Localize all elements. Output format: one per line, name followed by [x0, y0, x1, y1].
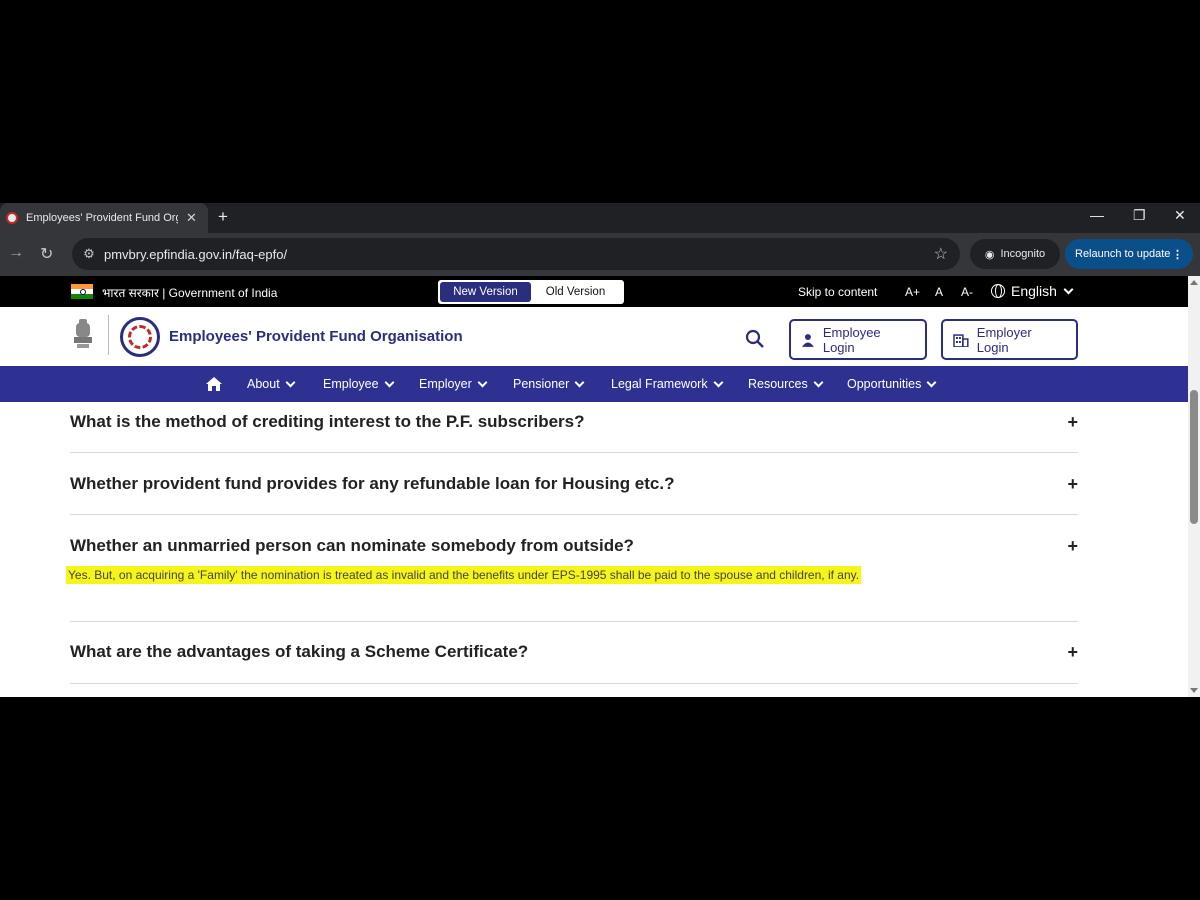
header-divider [108, 315, 109, 355]
org-name[interactable]: Employees' Provident Fund Organisation [169, 328, 463, 345]
relaunch-button[interactable]: Relaunch to update ⋮ [1065, 239, 1193, 269]
address-bar[interactable]: ⚙ pmvbry.epfindia.gov.in/faq-epfo/ ☆ [72, 238, 960, 270]
employer-login-label: Employer Login [976, 324, 1032, 355]
india-flag-icon [71, 284, 93, 299]
faq-item-expanded[interactable]: Whether an unmarried person can nominate… [66, 536, 1078, 622]
page-scrollbar[interactable] [1188, 276, 1200, 697]
epfo-favicon-icon [6, 212, 18, 224]
language-label: English [1011, 283, 1057, 299]
scroll-up-arrow[interactable] [1190, 280, 1198, 285]
nav-about[interactable]: About [247, 377, 296, 391]
nav-pensioner[interactable]: Pensioner [513, 377, 585, 391]
close-tab-icon[interactable]: ✕ [186, 210, 197, 226]
skip-to-content-link[interactable]: Skip to content [798, 285, 877, 299]
nav-legal-framework[interactable]: Legal Framework [611, 377, 724, 391]
chevron-down-icon [384, 377, 395, 387]
browser-toolbar: → ↻ ⚙ pmvbry.epfindia.gov.in/faq-epfo/ ☆… [0, 233, 1200, 276]
epfo-logo[interactable] [120, 317, 160, 357]
bookmark-star-icon[interactable]: ☆ [934, 244, 948, 264]
faq-answer: Yes. But, on acquiring a 'Family' the no… [66, 566, 862, 584]
version-switch: New Version Old Version [438, 280, 624, 304]
site-info-icon[interactable]: ⚙ [80, 246, 98, 262]
new-version-button[interactable]: New Version [440, 282, 531, 302]
user-icon [801, 333, 814, 347]
back-arrow-icon[interactable]: → [8, 244, 24, 262]
gov-of-india-text: भारत सरकार | Government of India [102, 286, 278, 300]
faq-divider [70, 683, 1078, 684]
url-text[interactable]: pmvbry.epfindia.gov.in/faq-epfo/ [104, 247, 934, 262]
employer-login-button[interactable]: Employer Login [941, 319, 1078, 360]
chevron-down-icon [813, 377, 824, 387]
chevron-down-icon [574, 377, 585, 387]
browser-window: Employees' Provident Fund Org ✕ + — ❐ ✕ … [0, 203, 1200, 697]
employee-login-label: Employee Login [822, 324, 881, 355]
nav-resources[interactable]: Resources [748, 377, 824, 391]
nav-employee[interactable]: Employee [323, 377, 395, 391]
expand-plus-icon[interactable]: + [1067, 474, 1078, 495]
old-version-button[interactable]: Old Version [531, 286, 620, 298]
tab-title: Employees' Provident Fund Org [26, 212, 178, 224]
chevron-down-icon [713, 377, 724, 387]
close-window-icon[interactable]: ✕ [1174, 207, 1186, 224]
gov-bar: भारत सरकार | Government of India New Ver… [0, 276, 1188, 307]
font-decrease-button[interactable]: A- [961, 285, 973, 299]
main-nav: About Employee Employer Pensioner Legal … [0, 366, 1188, 402]
faq-divider [70, 621, 1078, 622]
nav-employer[interactable]: Employer [419, 377, 488, 391]
faq-item[interactable]: What is the method of crediting interest… [70, 412, 1078, 453]
faq-question[interactable]: Whether provident fund provides for any … [70, 474, 674, 494]
incognito-icon: ◉ [984, 248, 995, 261]
chevron-down-icon [477, 377, 488, 387]
chevron-down-icon [926, 377, 937, 387]
restore-icon[interactable]: ❐ [1133, 207, 1146, 224]
faq-question[interactable]: What are the advantages of taking a Sche… [70, 642, 528, 662]
incognito-indicator[interactable]: ◉ Incognito [970, 239, 1060, 269]
nav-opportunities-label: Opportunities [847, 377, 922, 391]
incognito-label: Incognito [1000, 248, 1046, 260]
globe-icon [991, 284, 1005, 298]
scroll-thumb[interactable] [1190, 390, 1198, 524]
faq-item[interactable]: What are the advantages of taking a Sche… [70, 642, 1078, 686]
new-tab-icon[interactable]: + [218, 207, 228, 227]
more-menu-icon[interactable]: ⋮ [1172, 248, 1183, 261]
nav-about-label: About [247, 377, 280, 391]
chevron-down-icon [1063, 284, 1074, 294]
language-selector[interactable]: English [991, 283, 1074, 299]
search-icon[interactable] [745, 329, 765, 349]
national-emblem-icon [74, 319, 92, 348]
site-header: Employees' Provident Fund Organisation E… [0, 307, 1188, 365]
font-increase-button[interactable]: A+ [905, 285, 920, 299]
relaunch-label: Relaunch to update [1075, 248, 1171, 260]
browser-tab[interactable]: Employees' Provident Fund Org ✕ [0, 203, 208, 233]
font-normal-button[interactable]: A [935, 285, 943, 299]
faq-question[interactable]: What is the method of crediting interest… [70, 412, 584, 432]
tab-strip: Employees' Provident Fund Org ✕ + — ❐ ✕ [0, 203, 1200, 233]
nav-employee-label: Employee [323, 377, 379, 391]
chevron-down-icon [285, 377, 296, 387]
nav-pensioner-label: Pensioner [513, 377, 570, 391]
expand-plus-icon[interactable]: + [1067, 412, 1078, 433]
nav-resources-label: Resources [748, 377, 808, 391]
nav-legal-framework-label: Legal Framework [611, 377, 708, 391]
minimize-icon[interactable]: — [1090, 207, 1104, 223]
faq-divider [70, 514, 1078, 515]
faq-divider [70, 452, 1078, 453]
reload-icon[interactable]: ↻ [40, 244, 53, 264]
faq-item[interactable]: Whether provident fund provides for any … [70, 474, 1078, 515]
nav-opportunities[interactable]: Opportunities [847, 377, 937, 391]
expand-plus-icon[interactable]: + [1067, 536, 1078, 557]
nav-employer-label: Employer [419, 377, 472, 391]
employee-login-button[interactable]: Employee Login [789, 319, 927, 360]
faq-question[interactable]: Whether an unmarried person can nominate… [70, 536, 634, 556]
building-icon [953, 333, 969, 347]
home-icon[interactable] [205, 376, 223, 392]
expand-plus-icon[interactable]: + [1067, 642, 1078, 663]
scroll-down-arrow[interactable] [1190, 688, 1198, 693]
